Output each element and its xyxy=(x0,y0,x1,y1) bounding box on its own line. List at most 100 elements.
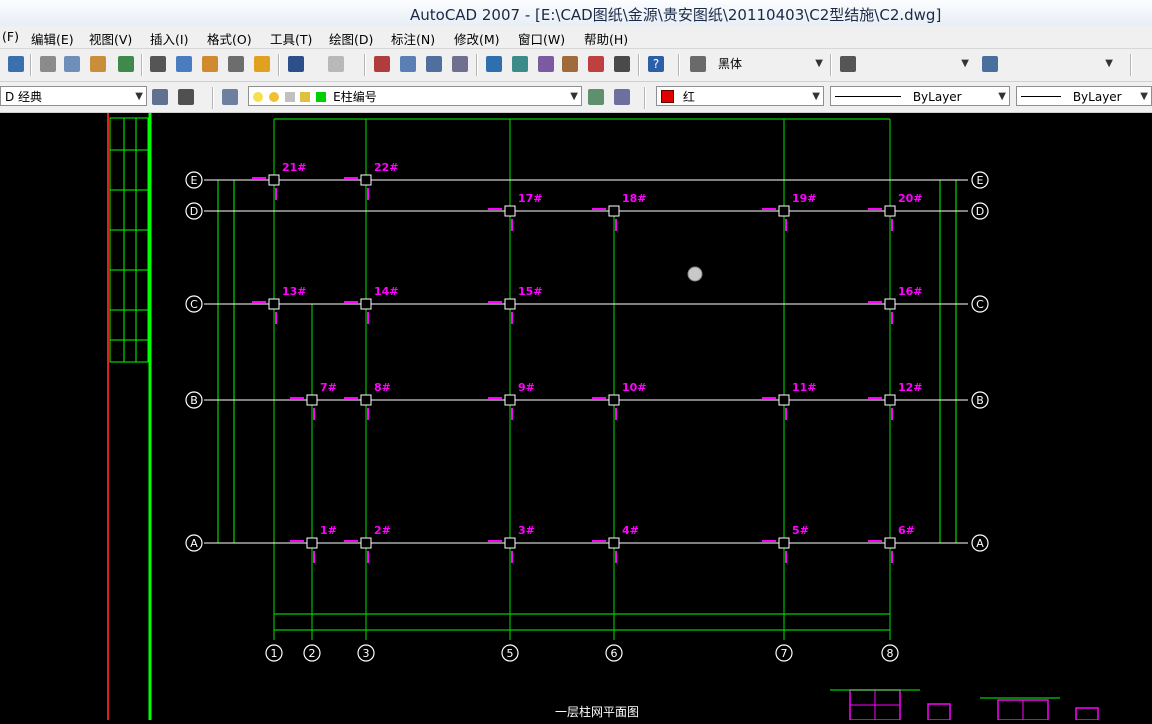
copy-icon[interactable] xyxy=(176,56,192,72)
properties-icon[interactable] xyxy=(486,56,502,72)
col-label-2: 2 xyxy=(309,647,316,660)
workspace-value: D 经典 xyxy=(5,90,43,104)
linetype-value: ByLayer xyxy=(912,90,962,104)
zoom-window-icon[interactable] xyxy=(426,56,442,72)
help-icon[interactable]: ? xyxy=(648,56,664,72)
menu-insert[interactable]: 插入(I) xyxy=(150,29,188,48)
redo-icon[interactable] xyxy=(328,56,344,72)
menu-format[interactable]: 格式(O) xyxy=(207,29,252,48)
toolbar-separator xyxy=(476,54,478,76)
chevron-down-icon: ▼ xyxy=(570,91,578,102)
layer-previous-icon[interactable] xyxy=(614,89,630,105)
title-bar: AutoCAD 2007 - [E:\CAD图纸\金源\贵安图纸\2011040… xyxy=(0,0,1152,27)
print-icon[interactable] xyxy=(40,56,56,72)
layers-toolbar: D 经典 ▼ E柱编号 ▼ 红 ▼ ByLayer ▼ ByLayer ▼ xyxy=(0,82,1152,113)
column-tag: 6# xyxy=(898,524,915,537)
dim-style-combo[interactable]: ▼ xyxy=(864,54,972,74)
column-B-5 xyxy=(504,394,516,406)
plan-caption: 一层柱网平面图 xyxy=(555,704,639,719)
column-B-3 xyxy=(360,394,372,406)
column-A-5 xyxy=(504,537,516,549)
workspace-settings-icon[interactable] xyxy=(152,89,168,105)
standard-toolbar: ? 黑体 ▼ ▼ ▼ xyxy=(0,49,1152,82)
column-tag: 11# xyxy=(792,381,817,394)
publish-icon[interactable] xyxy=(90,56,106,72)
paste-icon[interactable] xyxy=(202,56,218,72)
column-E-3 xyxy=(360,174,372,186)
zoom-realtime-icon[interactable] xyxy=(400,56,416,72)
column-tag: 1# xyxy=(320,524,337,537)
match-properties-icon[interactable] xyxy=(228,56,244,72)
menu-tools[interactable]: 工具(T) xyxy=(270,29,312,48)
lineweight-combo[interactable]: ByLayer ▼ xyxy=(1016,86,1152,106)
tool-palettes-icon[interactable] xyxy=(538,56,554,72)
calculator-icon[interactable] xyxy=(614,56,630,72)
drawing-area[interactable]: 21# 22# 17# 18# 19# 20# 13# 14# 15# 16# 7# 8# 9# 10# 1… xyxy=(0,113,1152,721)
column-tag: 18# xyxy=(622,192,647,205)
toolbar-separator xyxy=(364,54,366,76)
dim-style-icon[interactable] xyxy=(840,56,856,72)
layer-combo[interactable]: E柱编号 ▼ xyxy=(248,86,582,106)
menu-file[interactable]: (F) xyxy=(2,29,19,44)
lock-icon xyxy=(284,92,295,102)
column-A-6 xyxy=(608,537,620,549)
col-label-5: 5 xyxy=(507,647,514,660)
layer-manager-icon[interactable] xyxy=(222,89,238,105)
toolbar-separator xyxy=(141,54,143,76)
toolbar-separator xyxy=(1130,54,1132,76)
menu-edit[interactable]: 编辑(E) xyxy=(31,29,74,48)
table-style-icon[interactable] xyxy=(982,56,998,72)
workspace-combo[interactable]: D 经典 ▼ xyxy=(0,86,147,106)
column-B-8 xyxy=(884,394,896,406)
my-workspace-icon[interactable] xyxy=(178,89,194,105)
toolbar-separator xyxy=(644,87,646,109)
column-tag: 20# xyxy=(898,192,923,205)
linetype-combo[interactable]: ByLayer ▼ xyxy=(830,86,1010,106)
text-style-icon[interactable] xyxy=(690,56,706,72)
undo-icon[interactable] xyxy=(288,56,304,72)
row-label-C: C xyxy=(190,298,198,311)
column-tag: 17# xyxy=(518,192,543,205)
column-tag: 4# xyxy=(622,524,639,537)
toolbar-separator xyxy=(678,54,680,76)
make-current-layer-icon[interactable] xyxy=(588,89,604,105)
chevron-down-icon: ▼ xyxy=(961,58,969,69)
save-icon[interactable] xyxy=(8,56,24,72)
block-editor-icon[interactable] xyxy=(254,56,270,72)
drawing-canvas[interactable]: 21# 22#17# 18# 19# 20#13# 14# 15# 16#7# 8# 9# 10# 1… xyxy=(0,113,1152,721)
menu-dimension[interactable]: 标注(N) xyxy=(391,29,435,48)
column-tag: 2# xyxy=(374,524,391,537)
pan-icon[interactable] xyxy=(374,56,390,72)
menu-modify[interactable]: 修改(M) xyxy=(454,29,500,48)
plot-icon xyxy=(300,92,311,102)
column-tag: 22# xyxy=(374,161,399,174)
sheet-set-icon[interactable] xyxy=(562,56,578,72)
cut-icon[interactable] xyxy=(150,56,166,72)
menu-draw[interactable]: 绘图(D) xyxy=(329,29,373,48)
text-style-combo[interactable]: 黑体 ▼ xyxy=(714,54,826,74)
menu-help[interactable]: 帮助(H) xyxy=(584,29,628,48)
row-label-D: D xyxy=(190,205,198,218)
column-C-3 xyxy=(360,298,372,310)
col-label-6: 6 xyxy=(611,647,618,660)
column-A-7 xyxy=(778,537,790,549)
text-style-value: 黑体 xyxy=(718,57,743,71)
web-publish-icon[interactable] xyxy=(118,56,134,72)
column-D-5 xyxy=(504,205,516,217)
column-A-8 xyxy=(884,537,896,549)
col-label-3: 3 xyxy=(363,647,370,660)
markup-icon[interactable] xyxy=(588,56,604,72)
menu-window[interactable]: 窗口(W) xyxy=(518,29,565,48)
print-preview-icon[interactable] xyxy=(64,56,80,72)
column-tag: 9# xyxy=(518,381,535,394)
column-tag: 21# xyxy=(282,161,307,174)
color-combo[interactable]: 红 ▼ xyxy=(656,86,824,106)
row-label-D: D xyxy=(976,205,984,218)
table-style-combo[interactable]: ▼ xyxy=(1006,54,1116,74)
menu-view[interactable]: 视图(V) xyxy=(89,29,132,48)
design-center-icon[interactable] xyxy=(512,56,528,72)
chevron-down-icon: ▼ xyxy=(998,91,1006,102)
zoom-previous-icon[interactable] xyxy=(452,56,468,72)
column-tag: 5# xyxy=(792,524,809,537)
color-value: 红 xyxy=(682,90,695,104)
